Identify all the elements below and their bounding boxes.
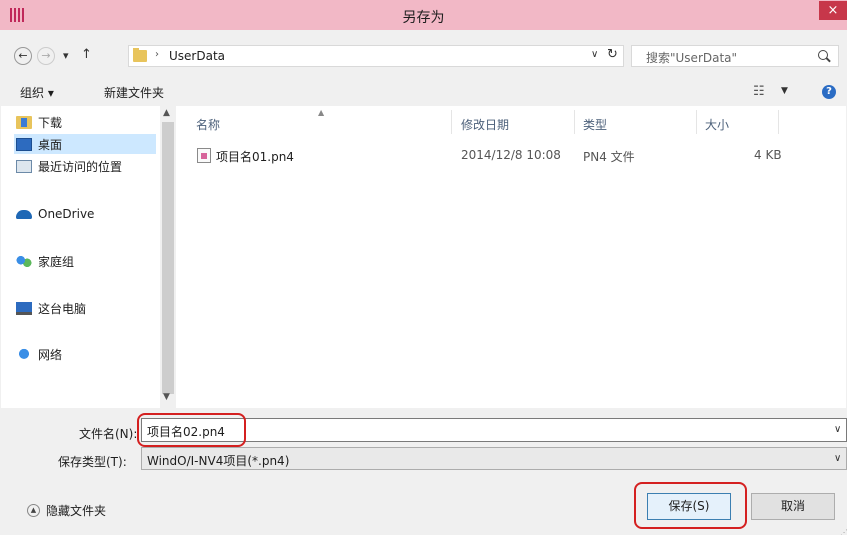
navigation-pane: 下载 桌面 最近访问的位置 OneDrive 家庭组 这台电脑 网络 ▲ ▼ [1,106,176,408]
nav-item-onedrive[interactable]: OneDrive [16,204,94,224]
chevron-down-icon[interactable]: ∨ [591,49,598,60]
sort-ascending-icon: ▲ [318,108,325,117]
save-button[interactable]: 保存(S) [647,493,731,520]
nav-item-this-pc[interactable]: 这台电脑 [16,298,86,318]
file-row[interactable]: 项目名01.pn4 2014/12/8 10:08 PN4 文件 4 KB [194,146,834,166]
nav-item-label: 最近访问的位置 [38,159,123,174]
search-icon[interactable] [818,50,828,60]
desktop-icon [16,137,32,151]
column-divider[interactable] [451,110,452,134]
nav-item-recent[interactable]: 最近访问的位置 [16,156,122,176]
file-type: PN4 文件 [583,150,635,164]
view-options-icon[interactable]: ☷ [753,84,765,99]
nav-item-label: 网络 [38,347,63,362]
scroll-down-icon[interactable]: ▼ [163,392,170,402]
back-icon[interactable]: ← [14,47,32,65]
close-button[interactable]: × [819,1,847,20]
file-name-input[interactable]: 项目名02.pn4 [141,418,847,442]
nav-scrollbar-thumb[interactable] [162,122,174,394]
nav-item-label: 这台电脑 [38,301,87,316]
file-date: 2014/12/8 10:08 [461,148,561,162]
nav-item-label: 桌面 [38,137,63,152]
nav-item-label: 家庭组 [38,254,75,269]
up-icon[interactable]: ↑ [81,47,92,62]
title-bar: 另存为 × [0,0,847,30]
nav-item-homegroup[interactable]: 家庭组 [16,251,74,271]
refresh-icon[interactable]: ↻ [607,47,618,62]
forward-icon[interactable]: → [37,47,55,65]
breadcrumb-separator-icon: › [155,49,159,60]
nav-item-label: 下载 [38,115,63,130]
recent-places-icon [16,159,32,173]
chevron-down-icon[interactable]: ∨ [834,453,841,464]
chevron-down-icon[interactable]: ∨ [834,424,841,435]
nav-item-label: OneDrive [38,207,95,221]
column-divider[interactable] [574,110,575,134]
column-divider[interactable] [696,110,697,134]
hide-folders-toggle[interactable]: ▲ 隐藏文件夹 [27,502,106,519]
column-header-date[interactable]: 修改日期 [461,116,509,133]
column-header-size[interactable]: 大小 [705,116,729,133]
file-list: ▲ 名称 修改日期 类型 大小 项目名01.pn4 2014/12/8 10:0… [176,106,846,408]
file-size: 4 KB [754,148,782,162]
new-folder-button[interactable]: 新建文件夹 [104,84,164,101]
nav-item-network[interactable]: 网络 [16,344,62,364]
main-area: 下载 桌面 最近访问的位置 OneDrive 家庭组 这台电脑 网络 ▲ ▼ ▲… [1,106,846,408]
file-name-label: 文件名(N): [79,427,138,441]
homegroup-icon [16,254,32,268]
breadcrumb-userdata[interactable]: UserData [169,49,225,63]
window-title: 另存为 [402,10,445,26]
this-pc-icon [16,301,32,315]
hide-folders-label: 隐藏文件夹 [46,504,107,518]
download-folder-icon [16,115,32,129]
save-type-select[interactable]: WindO/I-NV4项目(*.pn4) [141,447,847,470]
view-dropdown-icon[interactable]: ▼ [781,86,788,96]
search-placeholder: 搜索"UserData" [646,51,738,65]
folder-icon [133,48,147,62]
network-icon [16,347,32,361]
recent-locations-icon[interactable]: ▾ [63,49,69,62]
onedrive-icon [16,209,32,219]
nav-item-downloads[interactable]: 下载 [16,112,62,132]
collapse-icon: ▲ [27,504,40,517]
address-bar[interactable]: › UserData ∨ ↻ [128,45,624,67]
search-input[interactable]: 搜索"UserData" [631,45,839,67]
save-form: 文件名(N): 项目名02.pn4 ∨ 保存类型(T): WindO/I-NV4… [0,408,847,535]
column-divider[interactable] [778,110,779,134]
nav-item-desktop[interactable]: 桌面 [14,134,156,154]
address-row: ← → ▾ ↑ › UserData ∨ ↻ 搜索"UserData" [0,30,847,80]
column-header-type[interactable]: 类型 [583,116,607,133]
save-type-label: 保存类型(T): [58,455,127,469]
cancel-button[interactable]: 取消 [751,493,835,520]
help-icon[interactable]: ? [822,85,836,99]
resize-grip-icon[interactable]: ⋰ [840,528,847,535]
column-header-name[interactable]: 名称 [196,116,220,133]
organize-menu[interactable]: 组织 ▾ [20,84,54,101]
pn4-file-icon [197,148,211,163]
file-name: 项目名01.pn4 [216,150,294,164]
scroll-up-icon[interactable]: ▲ [163,108,170,118]
toolbar: 组织 ▾ 新建文件夹 ☷ ▼ ? [0,80,847,106]
